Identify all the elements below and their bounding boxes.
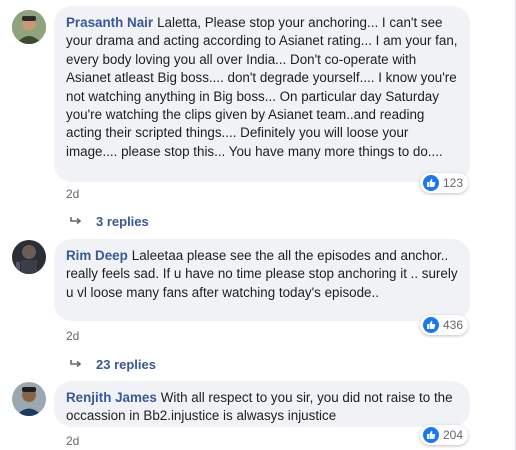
- reaction-count[interactable]: 204: [420, 425, 469, 445]
- replies-label: 3 replies: [96, 214, 149, 229]
- avatar[interactable]: [12, 240, 46, 274]
- reaction-number: 123: [443, 176, 464, 190]
- view-replies-link[interactable]: 3 replies: [70, 214, 149, 229]
- reaction-number: 204: [443, 428, 464, 442]
- comment-author[interactable]: Rim Deep: [66, 248, 128, 263]
- replies-label: 23 replies: [96, 357, 156, 372]
- comment-age[interactable]: 2d: [66, 434, 79, 448]
- comment-age[interactable]: 2d: [66, 329, 79, 343]
- comment-bubble: Prasanth Nair Laletta, Please stop your a…: [54, 6, 470, 182]
- like-icon: [423, 317, 439, 333]
- reply-arrow-icon: [70, 357, 82, 372]
- avatar[interactable]: [12, 10, 46, 44]
- reply-arrow-icon: [70, 214, 82, 229]
- comment-author[interactable]: Prasanth Nair: [66, 15, 153, 30]
- avatar[interactable]: [12, 382, 46, 416]
- like-icon: [423, 175, 439, 191]
- reaction-count[interactable]: 436: [420, 315, 469, 335]
- view-replies-link[interactable]: 23 replies: [70, 357, 156, 372]
- comment-author[interactable]: Renjith James: [66, 390, 157, 405]
- comment-text: Laletta, Please stop your anchoring... I…: [66, 15, 458, 159]
- comment-bubble: Rim Deep Laleetaa please see the all the …: [54, 239, 470, 321]
- reaction-count[interactable]: 123: [420, 173, 469, 193]
- reaction-number: 436: [443, 318, 464, 332]
- like-icon: [423, 427, 439, 443]
- comment-bubble: Renjith James With all respect to you sir…: [54, 381, 470, 427]
- comment-age[interactable]: 2d: [66, 187, 79, 201]
